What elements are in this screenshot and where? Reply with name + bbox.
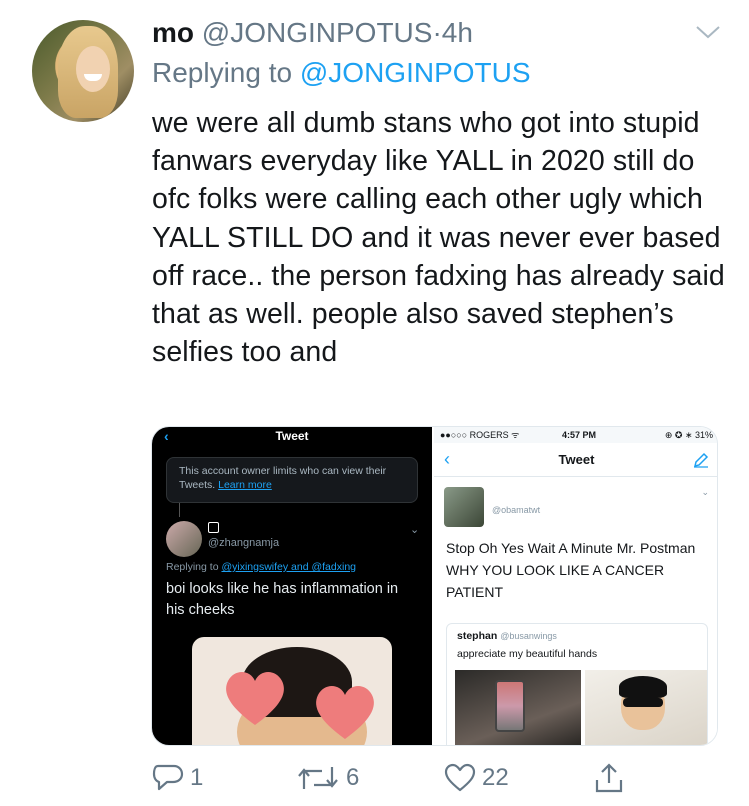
compose-icon <box>693 452 709 468</box>
notice-text: This account owner limits who can view t… <box>179 465 387 491</box>
right-caret-icon: ⌄ <box>701 487 709 497</box>
timestamp[interactable]: 4h <box>442 17 473 48</box>
learn-more-link: Learn more <box>218 479 272 491</box>
media-grid[interactable]: ‹ Tweet This account owner limits who ca… <box>151 426 718 746</box>
thread-line <box>179 503 180 517</box>
right-handle: @obamatwt <box>492 505 541 515</box>
retweet-icon <box>298 767 338 789</box>
lock-icon <box>208 522 219 533</box>
right-navbar: ‹ Tweet <box>434 443 717 477</box>
user-handle[interactable]: @JONGINPOTUS <box>202 17 433 48</box>
phone-in-photo <box>495 680 525 732</box>
like-count: 22 <box>482 764 509 791</box>
quote-photo-1 <box>455 670 581 745</box>
carrier: ●●○○○ ROGERS ᯤ <box>440 430 520 440</box>
tweet-text: we were all dumb stans who got into stup… <box>152 107 725 369</box>
tweet-header: mo @JONGINPOTUS·4h <box>152 16 473 50</box>
avatar-face <box>76 46 110 92</box>
left-replying-users: @yixingswifey and @fadxing <box>221 561 356 573</box>
share-button[interactable] <box>594 758 624 798</box>
chevron-down-icon[interactable] <box>694 22 722 42</box>
sunglasses <box>623 698 663 707</box>
left-topbar: ‹ Tweet <box>152 427 432 445</box>
back-arrow-icon: ‹ <box>164 428 169 444</box>
reply-button[interactable]: 1 <box>152 758 203 798</box>
right-tweet-text: Stop Oh Yes Wait A Minute Mr. Postman WH… <box>446 540 696 600</box>
heart-icon <box>444 763 476 792</box>
heart-eyes-icon <box>316 686 374 739</box>
avatar[interactable] <box>32 20 134 122</box>
left-caret-icon: ⌄ <box>410 524 420 536</box>
quote-handle: @busanwings <box>500 631 557 641</box>
like-button[interactable]: 22 <box>444 758 509 798</box>
right-tweet-card: @obamatwt ⌄ Stop Oh Yes Wait A Minute Mr… <box>434 477 717 745</box>
replying-to: Replying to @JONGINPOTUS <box>152 56 531 90</box>
left-replying: Replying to @yixingswifey and @fadxing <box>166 561 356 573</box>
protected-notice: This account owner limits who can view t… <box>166 457 418 503</box>
screenshot-right[interactable]: ●●○○○ ROGERS ᯤ 4:57 PM ⊕ ✪ ∗ 31% ‹ Tweet… <box>434 427 717 745</box>
heart-eyes-icon <box>226 672 284 725</box>
left-title: Tweet <box>275 429 309 443</box>
left-handle: @zhangnamja <box>208 537 280 549</box>
photo-hair <box>619 676 667 698</box>
screenshot-left[interactable]: ‹ Tweet This account owner limits who ca… <box>152 427 432 745</box>
quote-author: stephan @busanwings <box>457 630 557 642</box>
quote-text: appreciate my beautiful hands <box>457 648 598 660</box>
status-bar: ●●○○○ ROGERS ᯤ 4:57 PM ⊕ ✪ ∗ 31% <box>434 427 717 443</box>
replying-prefix: Replying to <box>152 57 293 88</box>
time-separator: · <box>432 17 442 48</box>
retweet-count: 6 <box>346 764 360 791</box>
left-photo <box>192 637 392 745</box>
clock: 4:57 PM <box>562 430 597 440</box>
right-title: Tweet <box>558 452 595 467</box>
quoted-tweet: stephan @busanwings appreciate my beauti… <box>446 623 708 745</box>
reply-count: 1 <box>190 764 204 791</box>
reply-icon <box>152 764 184 791</box>
action-bar: 1 6 22 <box>152 758 652 798</box>
quote-photo-2 <box>585 670 707 745</box>
battery: ⊕ ✪ ∗ 31% <box>664 430 713 440</box>
replying-to-link[interactable]: @JONGINPOTUS <box>300 57 531 88</box>
left-avatar <box>166 521 202 557</box>
left-tweet-text: boi looks like he has inflammation in hi… <box>166 581 399 618</box>
right-avatar <box>444 487 484 527</box>
left-replying-prefix: Replying to <box>166 561 219 573</box>
share-icon <box>595 763 623 793</box>
display-name[interactable]: mo <box>152 17 194 48</box>
retweet-button[interactable]: 6 <box>296 758 359 798</box>
quote-name: stephan <box>457 630 498 642</box>
